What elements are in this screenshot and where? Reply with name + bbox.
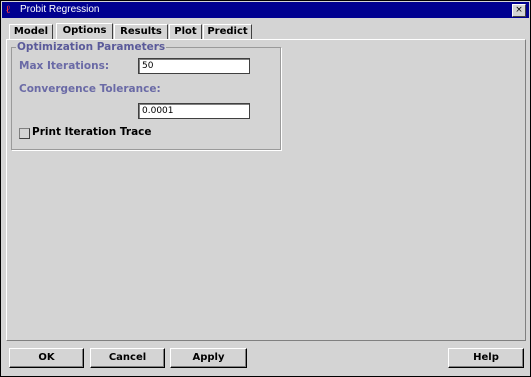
title-bar[interactable]: ℓ Probit Regression × [2, 2, 529, 18]
tab-options[interactable]: Options [56, 23, 113, 40]
max-iterations-input[interactable] [138, 58, 250, 74]
window-title: Probit Regression [20, 4, 100, 15]
tab-results[interactable]: Results [114, 24, 168, 39]
tab-predict[interactable]: Predict [203, 24, 252, 39]
tab-plot[interactable]: Plot [169, 24, 202, 39]
convergence-tolerance-input[interactable] [138, 103, 250, 119]
convergence-tolerance-label: Convergence Tolerance: [19, 83, 161, 95]
max-iterations-label: Max Iterations: [19, 60, 110, 72]
print-trace-checkbox[interactable] [19, 128, 30, 139]
help-button[interactable]: Help [448, 348, 524, 368]
close-button[interactable]: × [512, 4, 526, 17]
app-logo-icon: ℓ [6, 3, 11, 16]
cancel-button[interactable]: Cancel [90, 348, 165, 368]
apply-button[interactable]: Apply [170, 348, 247, 368]
dialog-window: ℓ Probit Regression × Model Options Resu… [0, 0, 531, 377]
tab-model[interactable]: Model [9, 24, 53, 39]
ok-button[interactable]: OK [9, 348, 84, 368]
group-title: Optimization Parameters [16, 41, 167, 53]
print-trace-label[interactable]: Print Iteration Trace [32, 126, 152, 138]
